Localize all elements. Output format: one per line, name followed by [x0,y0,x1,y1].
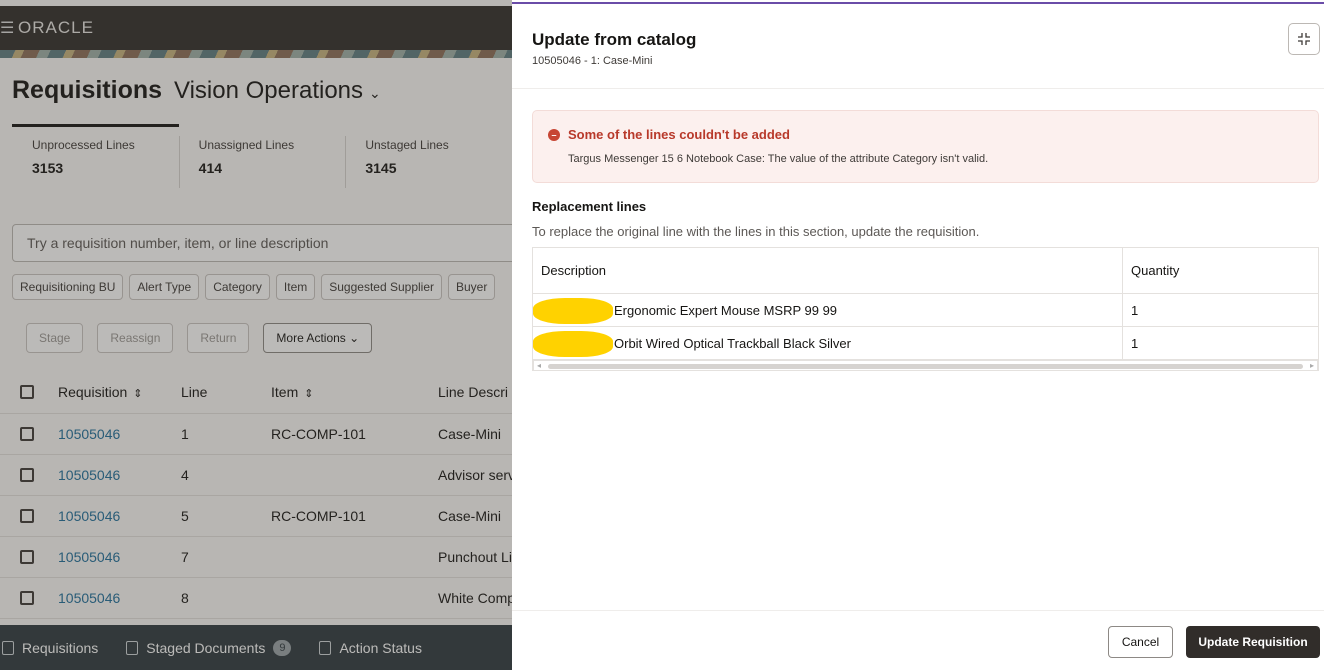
error-message-box: – Some of the lines couldn't be added Ta… [532,110,1319,183]
line-description: Orbit Wired Optical Trackball Black Silv… [614,335,851,351]
redaction-mark [533,298,613,324]
cancel-button[interactable]: Cancel [1108,626,1173,658]
replacement-lines-table: Description Quantity Ergonomic Expert Mo… [532,247,1319,371]
section-description: To replace the original line with the li… [532,224,980,239]
horizontal-scrollbar[interactable]: ◂ ▸ [533,360,1318,371]
modal-overlay[interactable] [0,0,512,670]
table-row[interactable]: Orbit Wired Optical Trackball Black Silv… [533,327,1318,360]
footer-divider [512,610,1324,611]
column-description: Description [533,248,1123,293]
line-quantity: 1 [1131,302,1139,318]
line-quantity: 1 [1131,335,1139,351]
line-description-cell: Ergonomic Expert Mouse MSRP 99 99 [533,294,1123,326]
error-detail: Targus Messenger 15 6 Notebook Case: The… [568,153,989,165]
update-from-catalog-drawer: Update from catalog 10505046 - 1: Case-M… [512,6,1324,670]
requisitions-page: ☰ ORACLE Requisitions Vision Operations … [0,0,512,670]
collapse-arrows-icon [1298,33,1310,45]
scroll-right-icon[interactable]: ▸ [1310,361,1314,370]
table-row[interactable]: Ergonomic Expert Mouse MSRP 99 99 1 [533,294,1318,327]
error-title: Some of the lines couldn't be added [568,127,790,142]
line-description: Ergonomic Expert Mouse MSRP 99 99 [614,302,838,318]
line-description-cell: Orbit Wired Optical Trackball Black Silv… [533,327,1123,359]
table-header-row: Description Quantity [533,248,1318,294]
column-quantity: Quantity [1131,263,1180,278]
section-title: Replacement lines [532,199,647,214]
scroll-left-icon[interactable]: ◂ [537,361,541,370]
drawer-title: Update from catalog [532,30,697,49]
header-divider [512,88,1324,89]
scrollbar-thumb[interactable] [548,364,1303,369]
redaction-mark [533,331,613,357]
error-icon: – [548,129,560,141]
drawer-subtitle: 10505046 - 1: Case-Mini [532,55,653,67]
update-requisition-button[interactable]: Update Requisition [1186,626,1320,658]
collapse-icon[interactable] [1288,23,1320,55]
